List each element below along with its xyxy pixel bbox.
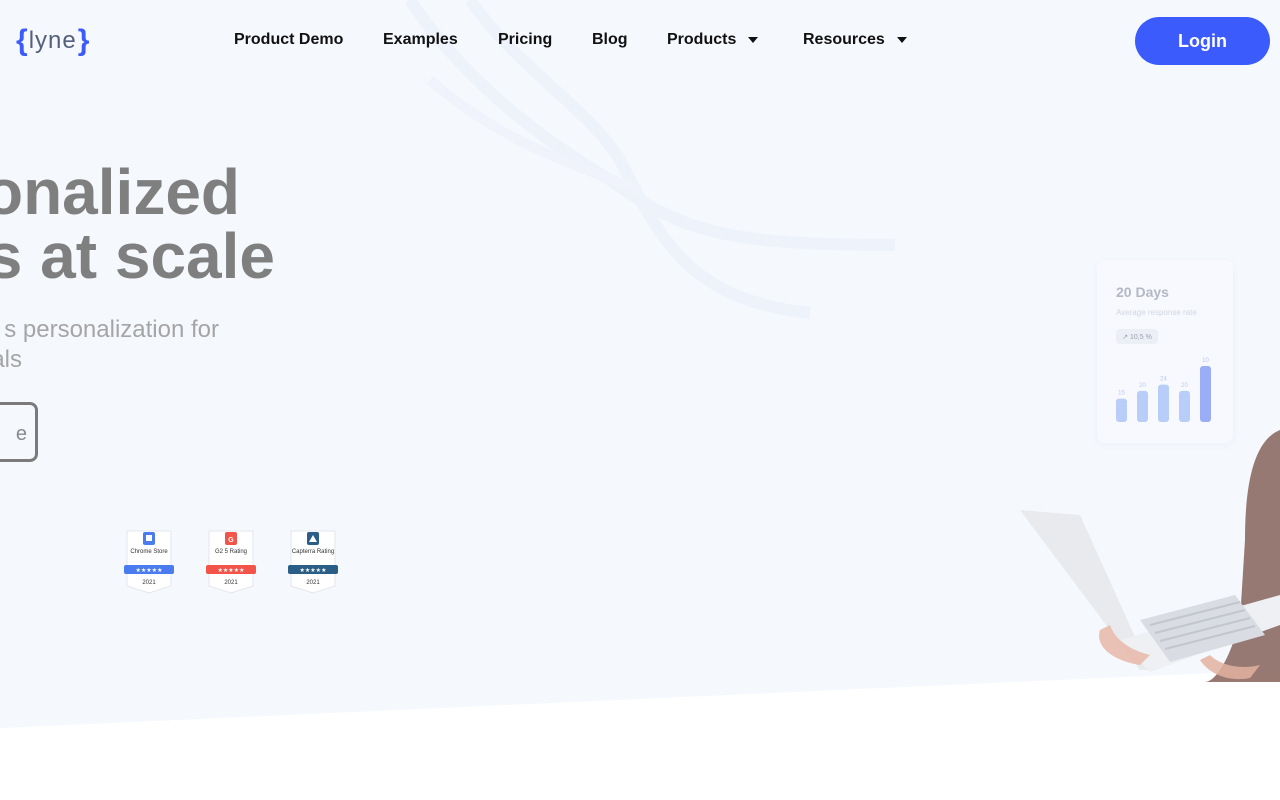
subtitle-line-1: s personalization for — [4, 316, 219, 343]
hero-cta-button[interactable]: e — [0, 402, 38, 462]
badge-year: 2021 — [224, 580, 238, 586]
g2-mark-icon: G — [228, 537, 234, 544]
stats-bar-chart: 15 20 24 20 10 — [1116, 358, 1211, 422]
nav-item-resources[interactable]: Resources — [803, 31, 907, 49]
stats-bar-label: 24 — [1160, 377, 1167, 383]
stats-bar-label: 20 — [1139, 383, 1146, 389]
logo-brace-close: } — [77, 24, 90, 57]
badge-title: Capterra Rating — [292, 549, 334, 555]
logo-brace-open: { — [16, 24, 28, 57]
caret-down-icon — [896, 37, 907, 43]
stats-bar — [1179, 390, 1190, 422]
stats-bar — [1200, 366, 1211, 422]
nav-item-blog[interactable]: Blog — [592, 31, 628, 49]
nav-item-examples[interactable]: Examples — [383, 31, 458, 49]
nav-item-label: Pricing — [498, 31, 553, 48]
stats-bar-label: 15 — [1118, 391, 1125, 397]
badge-year: 2021 — [142, 580, 156, 586]
g2-rating-badge: G G2 5 Rating ★★★★★ 2021 — [206, 530, 256, 594]
badge-title: Chrome Store — [130, 549, 168, 555]
stats-bar-label: 20 — [1181, 383, 1188, 389]
hero-subtitle: s personalization for als — [0, 316, 360, 380]
badge-stars: ★★★★★ — [218, 567, 245, 574]
badge-title: G2 5 Rating — [215, 549, 247, 555]
subtitle-line-2: als — [0, 346, 22, 373]
cta-label: e — [15, 423, 27, 445]
nav-item-label: Examples — [383, 31, 458, 48]
nav-item-label: Product Demo — [234, 31, 344, 48]
nav-item-label: Resources — [803, 31, 885, 48]
site-header: { lyne } Product Demo Examples Pricing B… — [0, 0, 1280, 82]
badge-year: 2021 — [306, 580, 320, 586]
nav-item-product-demo[interactable]: Product Demo — [234, 31, 343, 49]
headline-line-2: s at scale — [0, 220, 275, 292]
nav-item-pricing[interactable]: Pricing — [498, 31, 552, 49]
stats-bar-label: 10 — [1202, 358, 1209, 364]
badge-stars: ★★★★★ — [136, 567, 163, 574]
landing-page: { lyne } Product Demo Examples Pricing B… — [0, 0, 1280, 800]
stats-bar — [1137, 390, 1148, 422]
capterra-rating-badge: Capterra Rating ★★★★★ 2021 — [288, 530, 338, 594]
nav-item-products[interactable]: Products — [667, 31, 759, 49]
brand-logo[interactable]: { lyne } — [16, 24, 89, 58]
headline-line-1: onalized — [0, 158, 240, 228]
hero-headline: onalized s at scale — [0, 158, 360, 293]
chrome-store-badge: Chrome Store ★★★★★ 2021 — [124, 530, 174, 594]
caret-down-icon — [748, 37, 759, 43]
stats-bar — [1116, 398, 1127, 422]
badge-stars: ★★★★★ — [300, 567, 327, 574]
person-with-laptop-image — [1020, 430, 1280, 682]
stats-card: 20 Days Average response rate ↗ 10,5 % 1… — [1097, 260, 1233, 443]
stats-bar — [1158, 384, 1169, 422]
logo-wordmark: lyne — [28, 27, 77, 54]
login-button[interactable]: Login — [1135, 17, 1270, 65]
nav-item-label: Blog — [592, 31, 628, 48]
nav-item-label: Products — [667, 31, 737, 48]
